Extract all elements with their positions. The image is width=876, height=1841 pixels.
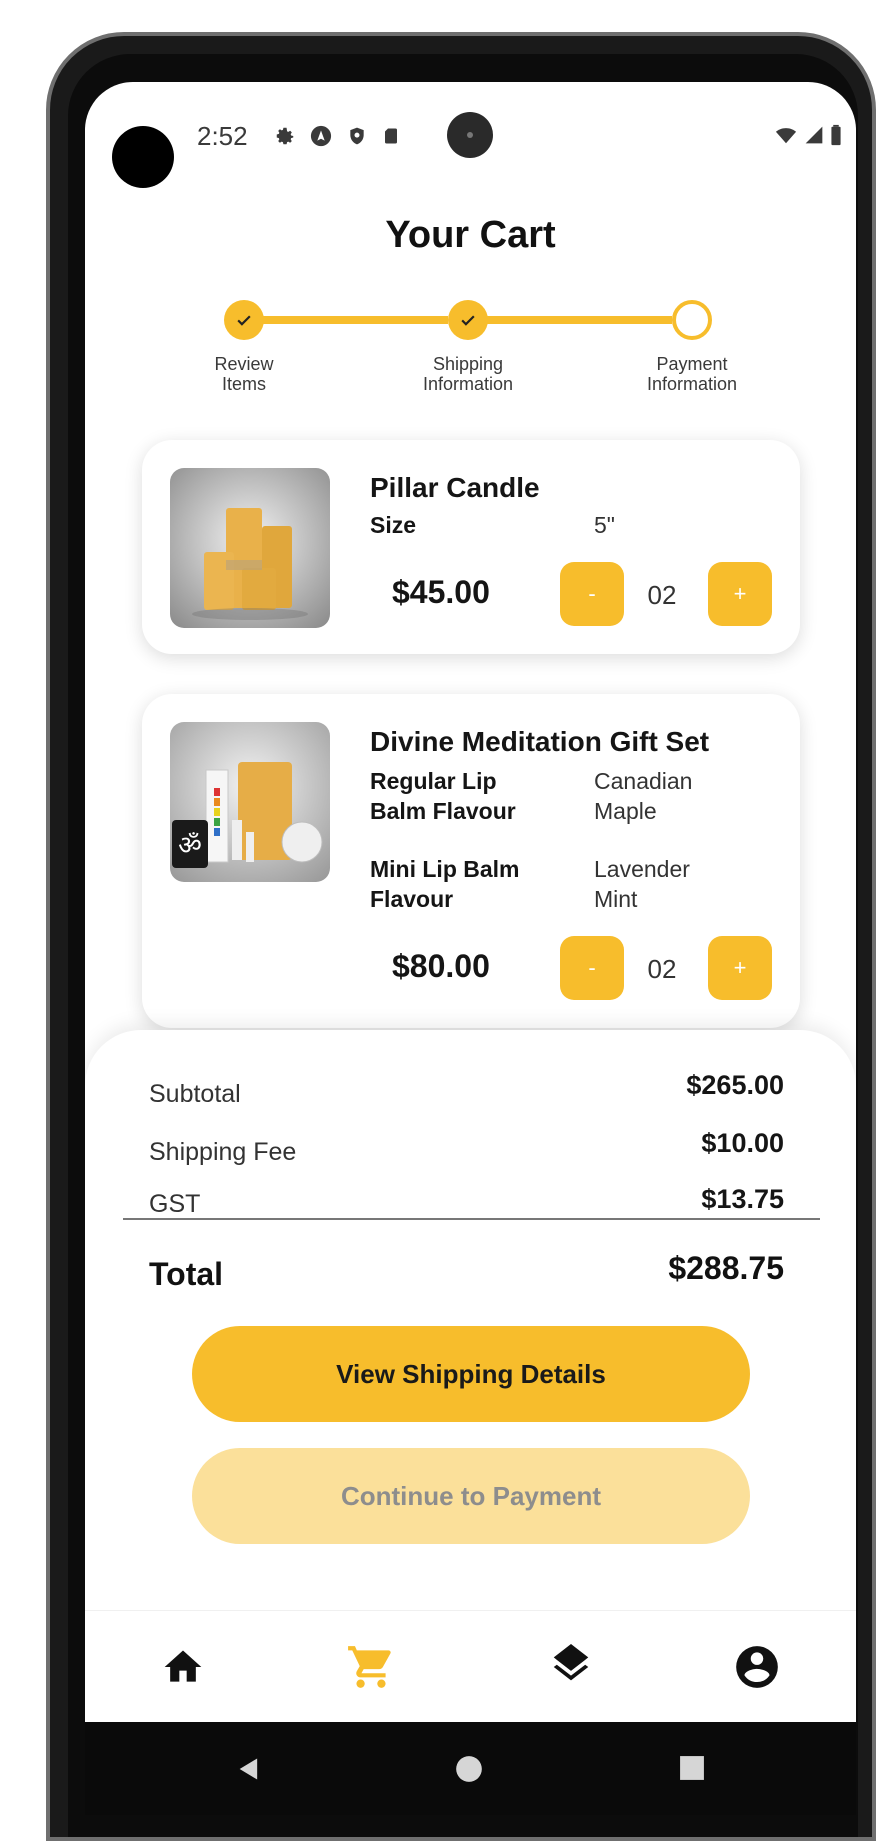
option-label-mini-lip-balm: Mini Lip Balm Flavour <box>370 856 520 912</box>
product-name: Divine Meditation Gift Set <box>370 726 710 757</box>
step-label-review: Review Items <box>214 354 274 394</box>
home-system-button[interactable] <box>455 1755 483 1783</box>
increment-quantity-button[interactable]: + <box>708 562 772 626</box>
cart-icon <box>348 1646 391 1688</box>
step-shipping-information[interactable] <box>448 300 488 340</box>
gst-label: GST <box>149 1190 201 1218</box>
status-time: 2:52 <box>197 121 248 151</box>
decrement-quantity-button[interactable]: - <box>560 562 624 626</box>
option-label-size: Size <box>370 512 417 538</box>
step-connector <box>468 316 672 324</box>
quantity-value: 02 <box>647 954 677 984</box>
summary-divider <box>123 1218 820 1220</box>
shipping-fee-value: $10.00 <box>701 1128 784 1158</box>
shipping-fee-label: Shipping Fee <box>149 1138 297 1166</box>
nav-home[interactable] <box>153 1637 213 1697</box>
camera-cutout <box>112 126 174 188</box>
status-bar: 2:52 <box>85 82 856 188</box>
product-image-meditation-gift-set: ॐ <box>170 722 330 882</box>
continue-to-payment-button[interactable]: Continue to Payment <box>192 1448 750 1544</box>
status-indicator <box>447 112 493 158</box>
system-navigation-bar <box>85 1722 856 1815</box>
product-price: $45.00 <box>392 574 490 610</box>
option-value-mini-lip-balm: Lavender Mint <box>594 856 690 912</box>
product-image-pillar-candle <box>170 468 330 628</box>
navigation-icon <box>309 124 333 148</box>
order-summary: Subtotal $265.00 Shipping Fee $10.00 GST… <box>85 1030 856 1610</box>
product-price: $80.00 <box>392 948 490 984</box>
nav-account[interactable] <box>727 1637 787 1697</box>
quantity-value: 02 <box>647 580 677 610</box>
back-triangle-icon <box>239 1758 258 1780</box>
account-icon <box>736 1646 778 1688</box>
battery-icon <box>830 124 842 151</box>
subtotal-label: Subtotal <box>149 1080 241 1108</box>
checkout-stepper: Review Items Shipping Information Paymen… <box>85 282 856 402</box>
cart-item: Pillar Candle Size 5" $45.00 - 02 + <box>142 440 800 654</box>
page-title: Your Cart <box>385 214 556 256</box>
bottom-navigation <box>85 1610 856 1722</box>
home-circle-icon <box>456 1756 482 1782</box>
cart-item: ॐ Divine Meditation Gift Set Regular Lip… <box>142 694 800 1028</box>
step-payment-information[interactable] <box>672 300 712 340</box>
app-screen: 2:52 Your Cart Review Items Shipping Inf… <box>85 82 856 1815</box>
status-right-icons <box>774 124 842 151</box>
view-shipping-details-button[interactable]: View Shipping Details <box>192 1326 750 1422</box>
shield-icon <box>345 124 369 148</box>
back-button[interactable] <box>235 1755 263 1783</box>
svg-text:ॐ: ॐ <box>178 831 202 861</box>
option-value-regular-lip-balm: Canadian Maple <box>594 768 693 824</box>
check-icon <box>237 315 251 326</box>
subtotal-value: $265.00 <box>686 1070 784 1100</box>
settings-icon <box>273 124 297 148</box>
decrement-quantity-button[interactable]: - <box>560 936 624 1000</box>
signal-icon <box>804 124 824 151</box>
sd-card-icon <box>379 124 403 148</box>
product-name: Pillar Candle <box>370 472 540 503</box>
step-label-payment: Payment Information <box>646 354 738 394</box>
layers-icon <box>553 1644 589 1681</box>
check-icon <box>461 315 475 326</box>
home-icon <box>164 1650 202 1682</box>
recents-square-icon <box>680 1756 704 1780</box>
step-connector <box>244 316 448 324</box>
step-label-shipping: Shipping Information <box>422 354 514 394</box>
option-value-size: 5" <box>594 512 615 538</box>
total-label: Total <box>149 1256 224 1292</box>
nav-collections[interactable] <box>541 1637 601 1697</box>
total-value: $288.75 <box>668 1250 784 1286</box>
gst-value: $13.75 <box>701 1184 784 1214</box>
increment-quantity-button[interactable]: + <box>708 936 772 1000</box>
recents-button[interactable] <box>679 1755 705 1781</box>
step-review-items[interactable] <box>224 300 264 340</box>
nav-cart[interactable] <box>341 1637 401 1697</box>
wifi-icon <box>774 124 798 151</box>
option-label-regular-lip-balm: Regular Lip Balm Flavour <box>370 768 516 824</box>
